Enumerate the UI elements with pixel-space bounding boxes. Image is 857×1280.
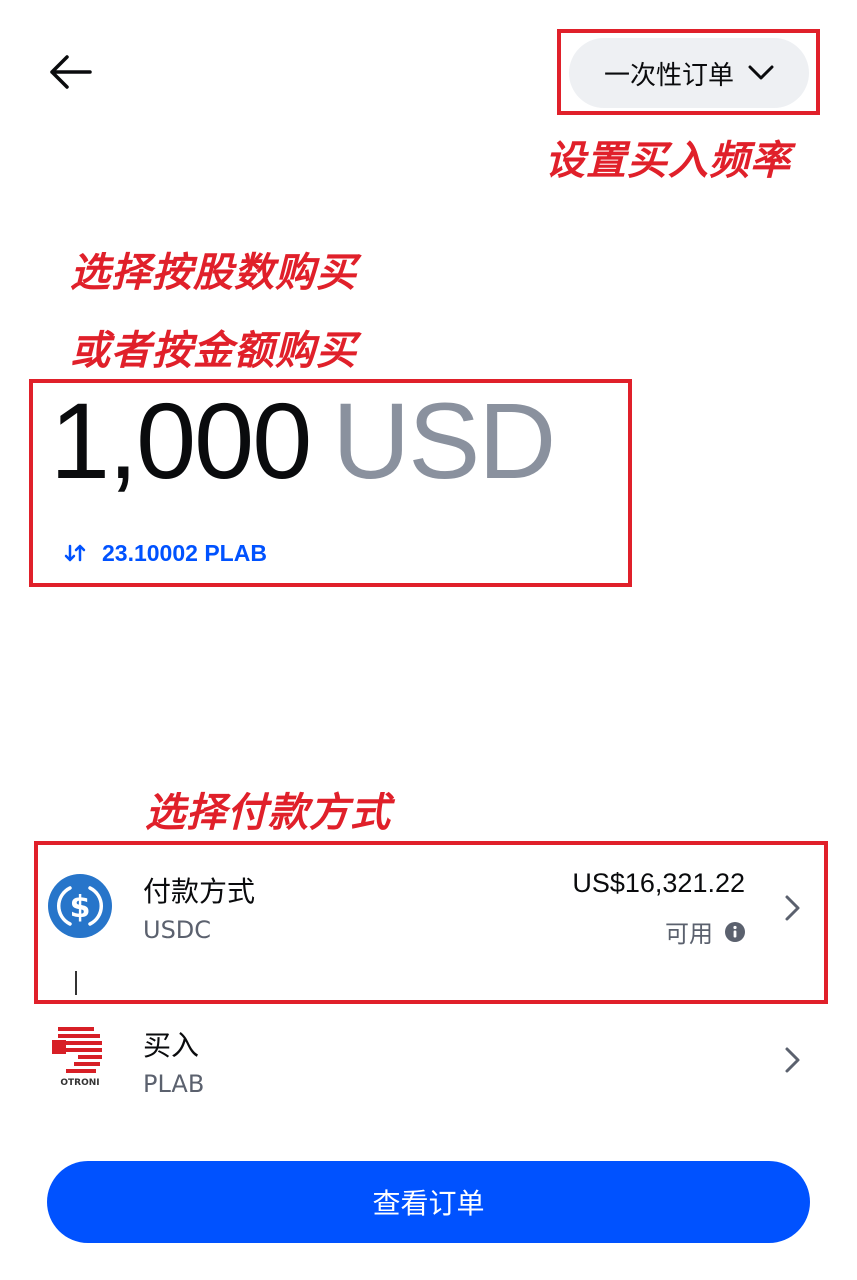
back-button[interactable] [40, 44, 100, 100]
amount-annotation-line2: 或者按金额购买 [70, 328, 357, 374]
available-label: 可用 [665, 920, 713, 948]
amount-annotation-line1: 选择按股数购买 [70, 250, 357, 296]
frequency-annotation-text: 设置买入频率 [545, 138, 791, 184]
text-cursor [75, 971, 77, 995]
chevron-right-icon [785, 895, 800, 921]
payment-balance: US$16,321.22 [572, 868, 745, 898]
amount-value: 1,000 [50, 386, 312, 496]
payment-asset: USDC [143, 916, 212, 944]
photronics-logo-text: OTRONI [60, 1078, 99, 1088]
frequency-annotation-box [557, 29, 820, 115]
review-order-button[interactable]: 查看订单 [47, 1161, 810, 1243]
converted-amount: 23.10002 PLAB [102, 539, 267, 566]
convert-unit-toggle[interactable]: 23.10002 PLAB [64, 536, 267, 570]
usdc-coin-icon: $ [48, 874, 112, 938]
svg-text:$: $ [70, 890, 91, 925]
payment-method-title: 付款方式 [143, 875, 256, 908]
review-order-label: 查看订单 [372, 1187, 485, 1220]
amount-input[interactable]: 1,000 USD [50, 386, 610, 496]
arrow-left-icon [50, 55, 92, 89]
amount-currency: USD [332, 386, 556, 496]
swap-arrows-icon [64, 544, 86, 562]
info-icon[interactable] [725, 921, 745, 942]
payment-method-row[interactable]: $ 付款方式 USDC US$16,321.22 可用 [40, 842, 820, 972]
photronics-logo-icon: OTRONI [52, 1027, 102, 1088]
payment-balance-note: 可用 [665, 914, 745, 949]
chevron-right-icon [785, 1047, 800, 1073]
buy-title: 买入 [143, 1029, 200, 1062]
payment-annotation-text: 选择付款方式 [145, 790, 391, 836]
buy-asset-row[interactable]: OTRONI 买入 PLAB [40, 996, 820, 1126]
buy-asset: PLAB [143, 1070, 205, 1098]
